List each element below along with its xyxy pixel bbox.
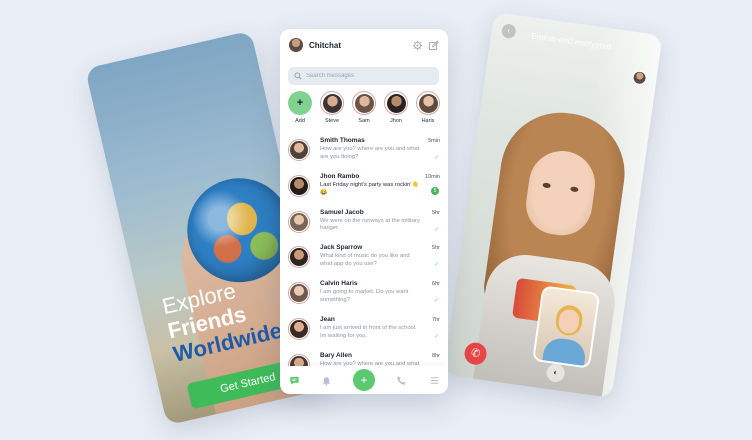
contact-avatar — [288, 210, 310, 233]
message-time: 5hr — [432, 245, 440, 252]
new-chat-plus-icon[interactable]: + — [353, 369, 375, 391]
message-preview: What kind of music do you like and what … — [320, 253, 410, 268]
phone-icon[interactable] — [396, 374, 408, 386]
contact-name: Jhon Rambo — [320, 172, 360, 180]
search-bar[interactable] — [288, 67, 439, 85]
stories-row: + Add Steve Sam Jhon Haris — [286, 91, 442, 131]
story-haris[interactable]: Haris — [414, 91, 442, 131]
bottom-tab-bar: + — [280, 366, 448, 394]
encryption-label: End-to-end encrypted — [530, 31, 613, 52]
conversation-list: Smith Thomas How are you? where are you … — [280, 133, 448, 384]
conversation-item[interactable]: Jhon Rambo Last Friday night's party was… — [280, 169, 448, 205]
story-name: Add — [295, 118, 305, 124]
message-preview: I am going to market. Do you want someth… — [320, 289, 409, 303]
conversation-item[interactable]: Samuel Jacob We were on the runways at t… — [280, 205, 448, 241]
story-avatar — [384, 91, 408, 115]
message-time: 7hr — [432, 316, 440, 323]
read-check-icon: ✓ — [433, 298, 439, 305]
chat-bubble-icon[interactable] — [288, 374, 300, 386]
story-name: Jhon — [390, 118, 402, 124]
read-check-icon: ✓ — [433, 155, 439, 161]
message-preview: We were on the runways at the military h… — [320, 217, 420, 232]
read-check-icon: ✓ — [433, 262, 439, 269]
app-header: Chitchat — [280, 29, 448, 61]
story-sam[interactable]: Sam — [350, 91, 378, 131]
contact-name: Jean — [320, 315, 335, 323]
add-story-icon[interactable]: + — [288, 91, 312, 115]
story-avatar — [320, 91, 344, 115]
message-time: 8hr — [432, 352, 440, 359]
contact-name: Samuel Jacob — [320, 208, 364, 216]
story-name: Sam — [358, 118, 370, 124]
message-preview: I am just arrived in front of the school… — [320, 324, 417, 339]
message-time: 6hr — [432, 281, 440, 288]
message-time: 5hr — [432, 209, 440, 216]
contact-avatar — [288, 174, 310, 197]
unread-count-badge: 5 — [431, 186, 439, 195]
story-steve[interactable]: Steve — [318, 91, 346, 131]
contact-avatar — [288, 317, 310, 340]
contact-name: Smith Thomas — [320, 137, 365, 144]
message-preview: How are you? where are you and what are … — [320, 146, 420, 160]
contact-name: Bary Allen — [320, 351, 352, 359]
read-check-icon: ✓ — [433, 226, 439, 233]
search-icon — [294, 67, 302, 85]
story-jhon[interactable]: Jhon — [382, 91, 410, 131]
conversation-item[interactable]: Jean I am just arrived in front of the s… — [280, 312, 448, 348]
contact-avatar — [288, 282, 310, 305]
story-name: Steve — [324, 118, 340, 124]
self-video-preview[interactable] — [532, 285, 601, 369]
read-check-icon: ✓ — [433, 333, 439, 340]
video-call-screen: ‹ End-to-end encrypted ✆ ◐ — [443, 11, 663, 399]
contact-name: Jack Sparrow — [320, 244, 363, 252]
message-preview: Last Friday night's party was rockin'👋😂 — [320, 181, 419, 196]
conversation-item[interactable]: Calvin Haris I am going to market. Do yo… — [280, 276, 448, 312]
story-add[interactable]: + Add — [286, 91, 314, 131]
story-avatar — [352, 91, 376, 115]
compose-edit-icon[interactable] — [428, 40, 439, 51]
app-title: Chitchat — [309, 40, 341, 50]
back-arrow-icon[interactable]: ‹ — [500, 23, 517, 40]
message-time: 5min — [428, 138, 440, 144]
bell-icon[interactable] — [321, 374, 333, 386]
menu-icon[interactable] — [428, 374, 440, 386]
search-input[interactable] — [306, 73, 426, 79]
conversation-item[interactable]: Smith Thomas How are you? where are you … — [280, 133, 448, 169]
story-name: Haris — [421, 118, 435, 124]
contact-avatar — [288, 246, 310, 269]
contact-name: Calvin Haris — [320, 280, 358, 288]
chat-list-screen: Chitchat + Add Steve Sam Jhon — [280, 29, 448, 394]
settings-gear-icon[interactable] — [412, 40, 423, 51]
conversation-item[interactable]: Jack Sparrow What kind of music do you l… — [280, 240, 448, 276]
story-avatar — [416, 91, 440, 115]
message-time: 10min — [425, 173, 440, 180]
profile-avatar[interactable] — [289, 38, 303, 52]
contact-avatar — [288, 139, 310, 161]
